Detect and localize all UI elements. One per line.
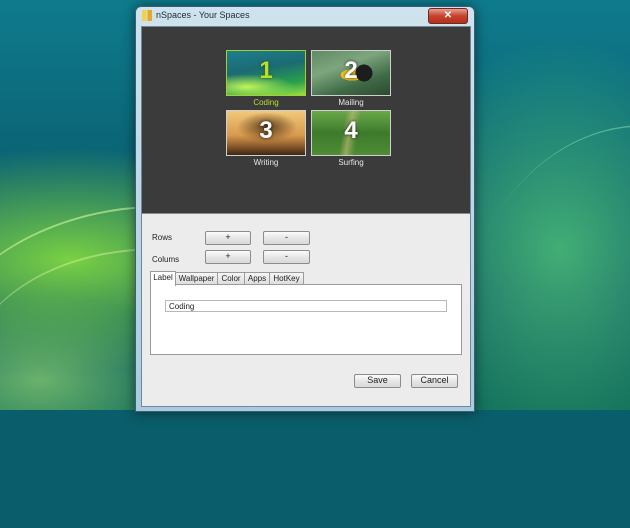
space-label-input[interactable] (165, 300, 447, 312)
cancel-button[interactable]: Cancel (411, 374, 458, 388)
space-label: Coding (253, 98, 279, 107)
spaces-preview: 1 Coding 2 Mailing 3 Writing 4 Surfing (142, 27, 470, 214)
label-tab-panel (150, 284, 462, 355)
space-number: 1 (259, 57, 273, 84)
rows-label: Rows (152, 233, 173, 242)
space-label: Writing (253, 158, 279, 167)
title-bar[interactable]: nSpaces - Your Spaces ✕ (136, 7, 474, 25)
space-thumbnail: 2 (311, 50, 391, 96)
close-icon: ✕ (443, 10, 453, 21)
nspaces-window: nSpaces - Your Spaces ✕ 1 Coding 2 Maili… (135, 6, 475, 412)
space-tile-coding[interactable]: 1 Coding (226, 50, 306, 107)
close-button[interactable]: ✕ (428, 8, 468, 24)
save-button[interactable]: Save (354, 374, 401, 388)
space-thumbnail: 1 (226, 50, 306, 96)
space-tile-surfing[interactable]: 4 Surfing (311, 110, 391, 167)
window-title: nSpaces - Your Spaces (156, 10, 250, 20)
app-icon (142, 10, 152, 21)
window-client-area: 1 Coding 2 Mailing 3 Writing 4 Surfing R… (141, 26, 471, 407)
columns-label: Colums (152, 255, 180, 264)
space-thumbnail: 4 (311, 110, 391, 156)
space-thumbnail: 3 (226, 110, 306, 156)
space-tile-mailing[interactable]: 2 Mailing (311, 50, 391, 107)
add-row-button[interactable]: + (205, 231, 251, 245)
remove-row-button[interactable]: - (263, 231, 310, 245)
space-label: Surfing (338, 158, 364, 167)
remove-column-button[interactable]: - (263, 250, 310, 264)
space-number: 3 (259, 117, 273, 144)
add-column-button[interactable]: + (205, 250, 251, 264)
space-label: Mailing (338, 98, 364, 107)
space-number: 2 (344, 57, 358, 84)
space-tile-writing[interactable]: 3 Writing (226, 110, 306, 167)
space-number: 4 (344, 117, 358, 144)
tab-label[interactable]: Label (150, 271, 176, 286)
